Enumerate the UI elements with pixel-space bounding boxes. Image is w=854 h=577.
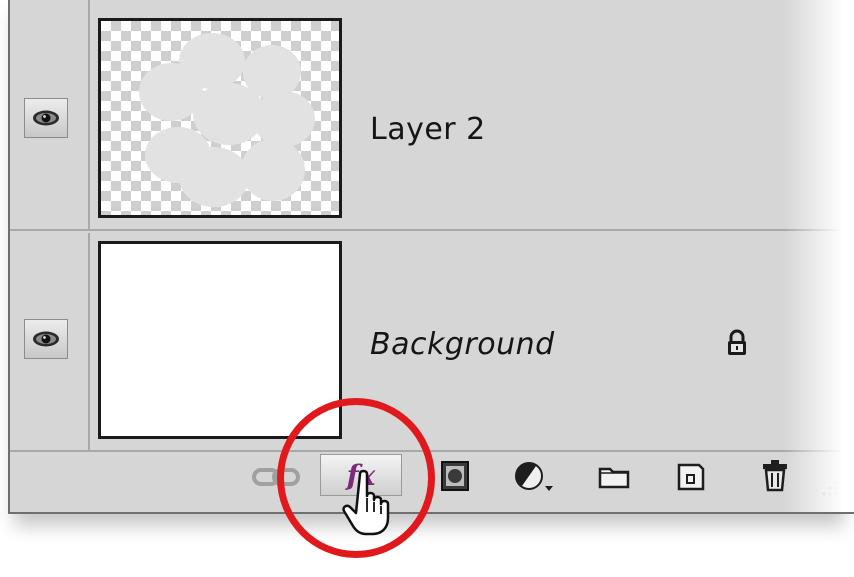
layers-panel: Layer 2 Background bbox=[8, 0, 854, 514]
new-group-button[interactable] bbox=[596, 460, 632, 492]
add-layer-mask-button[interactable] bbox=[438, 458, 472, 494]
layer-name[interactable]: Layer 2 bbox=[370, 112, 486, 147]
link-layers-button[interactable] bbox=[250, 462, 302, 492]
layer-row-background[interactable]: Background bbox=[10, 233, 840, 452]
new-layer-button[interactable] bbox=[674, 458, 708, 494]
screenshot-stage: Layer 2 Background bbox=[0, 0, 854, 577]
thumbnail-shape bbox=[241, 139, 305, 201]
trash-icon bbox=[763, 460, 787, 492]
layer-mask-icon bbox=[441, 461, 469, 491]
thumbnail-shape bbox=[179, 147, 249, 207]
new-layer-icon bbox=[677, 463, 705, 491]
link-icon bbox=[252, 468, 300, 486]
layer-visibility-toggle[interactable] bbox=[24, 98, 68, 138]
folder-icon bbox=[598, 467, 630, 489]
resize-grip-icon[interactable] bbox=[810, 468, 840, 498]
visibility-column bbox=[10, 233, 90, 450]
adjustment-layer-icon bbox=[515, 462, 553, 491]
delete-layer-button[interactable] bbox=[758, 456, 792, 496]
layer-name[interactable]: Background bbox=[370, 327, 555, 362]
lock-icon bbox=[728, 329, 746, 355]
layers-panel-toolbar: fx bbox=[10, 454, 840, 512]
layer-thumbnail[interactable] bbox=[98, 241, 342, 439]
eye-icon bbox=[33, 110, 59, 126]
layer-row-layer-2[interactable]: Layer 2 bbox=[10, 0, 840, 231]
eye-icon bbox=[33, 331, 59, 347]
hand-cursor-icon bbox=[342, 469, 390, 536]
layer-thumbnail[interactable] bbox=[98, 18, 342, 218]
visibility-column bbox=[10, 0, 90, 229]
thumbnail-shape bbox=[253, 91, 315, 147]
layer-visibility-toggle[interactable] bbox=[24, 319, 68, 359]
new-adjustment-layer-button[interactable] bbox=[510, 458, 560, 498]
